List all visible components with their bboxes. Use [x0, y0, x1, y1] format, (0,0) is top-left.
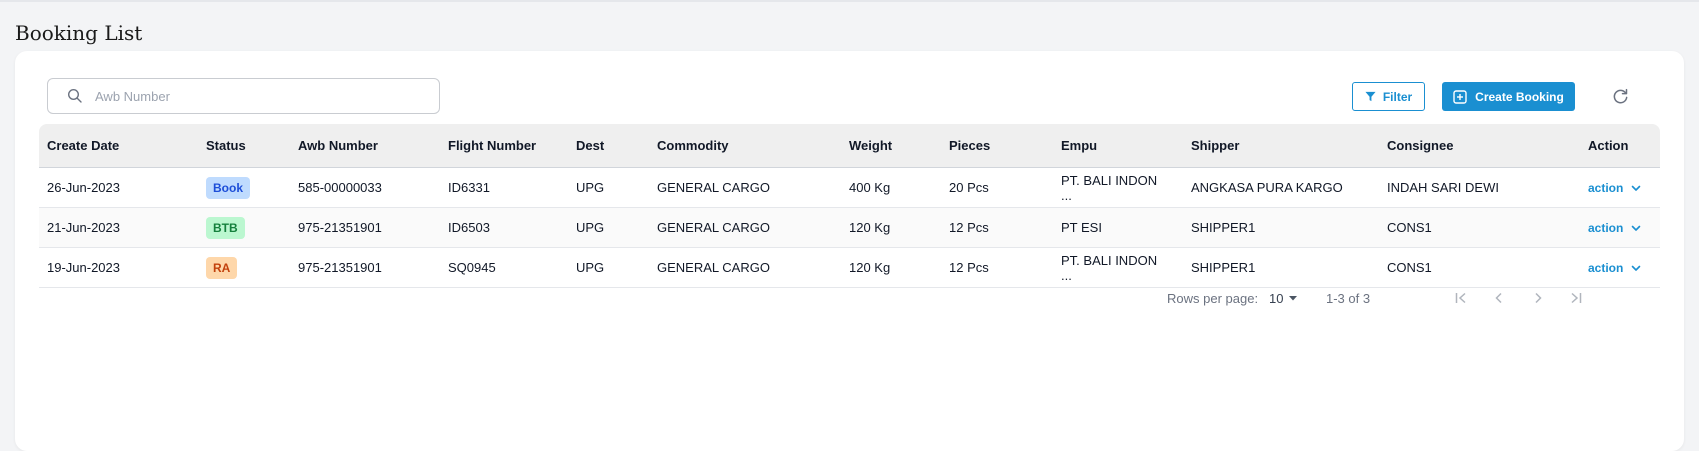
table-row[interactable]: 19-Jun-2023 RA 975-21351901 SQ0945 UPG G…: [39, 247, 1660, 288]
chevron-down-icon[interactable]: [1629, 181, 1643, 195]
search-icon: [67, 88, 83, 104]
cell-awb-number: 585-00000033: [290, 167, 440, 208]
column-header-flight-number[interactable]: Flight Number: [440, 124, 568, 168]
column-header-shipper[interactable]: Shipper: [1183, 124, 1379, 168]
cell-flight-number: SQ0945: [440, 247, 568, 288]
cell-weight: 400 Kg: [841, 167, 941, 208]
cell-consignee: CONS1: [1379, 247, 1580, 288]
last-page-icon[interactable]: [1567, 289, 1585, 307]
cell-consignee: CONS1: [1379, 207, 1580, 248]
rows-per-page-value: 10: [1269, 290, 1284, 306]
chevron-down-icon[interactable]: [1629, 261, 1643, 275]
filter-icon: [1365, 91, 1376, 102]
create-booking-label: Create Booking: [1475, 89, 1564, 104]
filter-label: Filter: [1382, 89, 1413, 104]
column-header-weight[interactable]: Weight: [841, 124, 941, 168]
rows-per-page-select[interactable]: 10: [1269, 291, 1298, 306]
chevron-down-icon[interactable]: [1629, 221, 1643, 235]
cell-create-date: 19-Jun-2023: [39, 247, 198, 288]
cell-awb-number: 975-21351901: [290, 207, 440, 248]
search-input[interactable]: [93, 87, 397, 105]
table-row[interactable]: 21-Jun-2023 BTB 975-21351901 ID6503 UPG …: [39, 207, 1660, 248]
top-divider: [0, 0, 1699, 2]
search-box[interactable]: [47, 78, 440, 114]
column-header-status[interactable]: Status: [198, 124, 290, 168]
cell-empu: PT. BALI INDON...: [1053, 167, 1183, 208]
cell-dest: UPG: [568, 167, 649, 208]
column-header-consignee[interactable]: Consignee: [1379, 124, 1580, 168]
cell-weight: 120 Kg: [841, 207, 941, 248]
cell-dest: UPG: [568, 207, 649, 248]
column-header-action: Action: [1580, 124, 1660, 168]
next-page-icon[interactable]: [1529, 289, 1547, 307]
cell-pieces: 12 Pcs: [941, 247, 1053, 288]
rows-per-page-label: Rows per page:: [1167, 290, 1259, 306]
action-link[interactable]: action: [1588, 221, 1623, 235]
cell-shipper: SHIPPER1: [1183, 247, 1379, 288]
status-badge: RA: [206, 256, 238, 279]
add-box-icon: [1453, 89, 1467, 104]
action-dropdown[interactable]: action: [1588, 261, 1652, 275]
pagination: Rows per page: 10 1-3 of 3: [1115, 288, 1660, 308]
filter-button[interactable]: Filter: [1352, 82, 1425, 111]
column-header-dest[interactable]: Dest: [568, 124, 649, 168]
cell-commodity: GENERAL CARGO: [649, 207, 841, 248]
table-header-row: Create Date Status Awb Number Flight Num…: [39, 124, 1660, 168]
column-header-commodity[interactable]: Commodity: [649, 124, 841, 168]
booking-card: Filter Create Booking Create Date Status…: [15, 51, 1684, 451]
cell-pieces: 20 Pcs: [941, 167, 1053, 208]
cell-create-date: 21-Jun-2023: [39, 207, 198, 248]
page-title: Booking List: [15, 21, 143, 45]
cell-shipper: ANGKASA PURA KARGO: [1183, 167, 1379, 208]
cell-flight-number: ID6503: [440, 207, 568, 248]
cell-empu: PT. BALI INDON...: [1053, 247, 1183, 288]
first-page-icon[interactable]: [1452, 289, 1470, 307]
cell-pieces: 12 Pcs: [941, 207, 1053, 248]
previous-page-icon[interactable]: [1490, 289, 1508, 307]
create-booking-button[interactable]: Create Booking: [1442, 82, 1575, 111]
column-header-awb-number[interactable]: Awb Number: [290, 124, 440, 168]
cell-empu: PT ESI: [1053, 207, 1183, 248]
refresh-icon[interactable]: [1611, 87, 1630, 106]
status-badge: BTB: [206, 216, 245, 239]
cell-dest: UPG: [568, 247, 649, 288]
cell-flight-number: ID6331: [440, 167, 568, 208]
table-row[interactable]: 26-Jun-2023 Book 585-00000033 ID6331 UPG…: [39, 167, 1660, 208]
action-link[interactable]: action: [1588, 181, 1623, 195]
cell-commodity: GENERAL CARGO: [649, 167, 841, 208]
caret-down-icon: [1289, 296, 1298, 301]
cell-shipper: SHIPPER1: [1183, 207, 1379, 248]
cell-consignee: INDAH SARI DEWI: [1379, 167, 1580, 208]
column-header-create-date[interactable]: Create Date: [39, 124, 198, 168]
cell-create-date: 26-Jun-2023: [39, 167, 198, 208]
action-dropdown[interactable]: action: [1588, 221, 1652, 235]
cell-weight: 120 Kg: [841, 247, 941, 288]
status-badge: Book: [206, 176, 250, 199]
action-dropdown[interactable]: action: [1588, 181, 1652, 195]
column-header-empu[interactable]: Empu: [1053, 124, 1183, 168]
cell-commodity: GENERAL CARGO: [649, 247, 841, 288]
page-range: 1-3 of 3: [1326, 290, 1371, 306]
action-link[interactable]: action: [1588, 261, 1623, 275]
cell-awb-number: 975-21351901: [290, 247, 440, 288]
column-header-pieces[interactable]: Pieces: [941, 124, 1053, 168]
booking-table: Create Date Status Awb Number Flight Num…: [39, 124, 1660, 288]
